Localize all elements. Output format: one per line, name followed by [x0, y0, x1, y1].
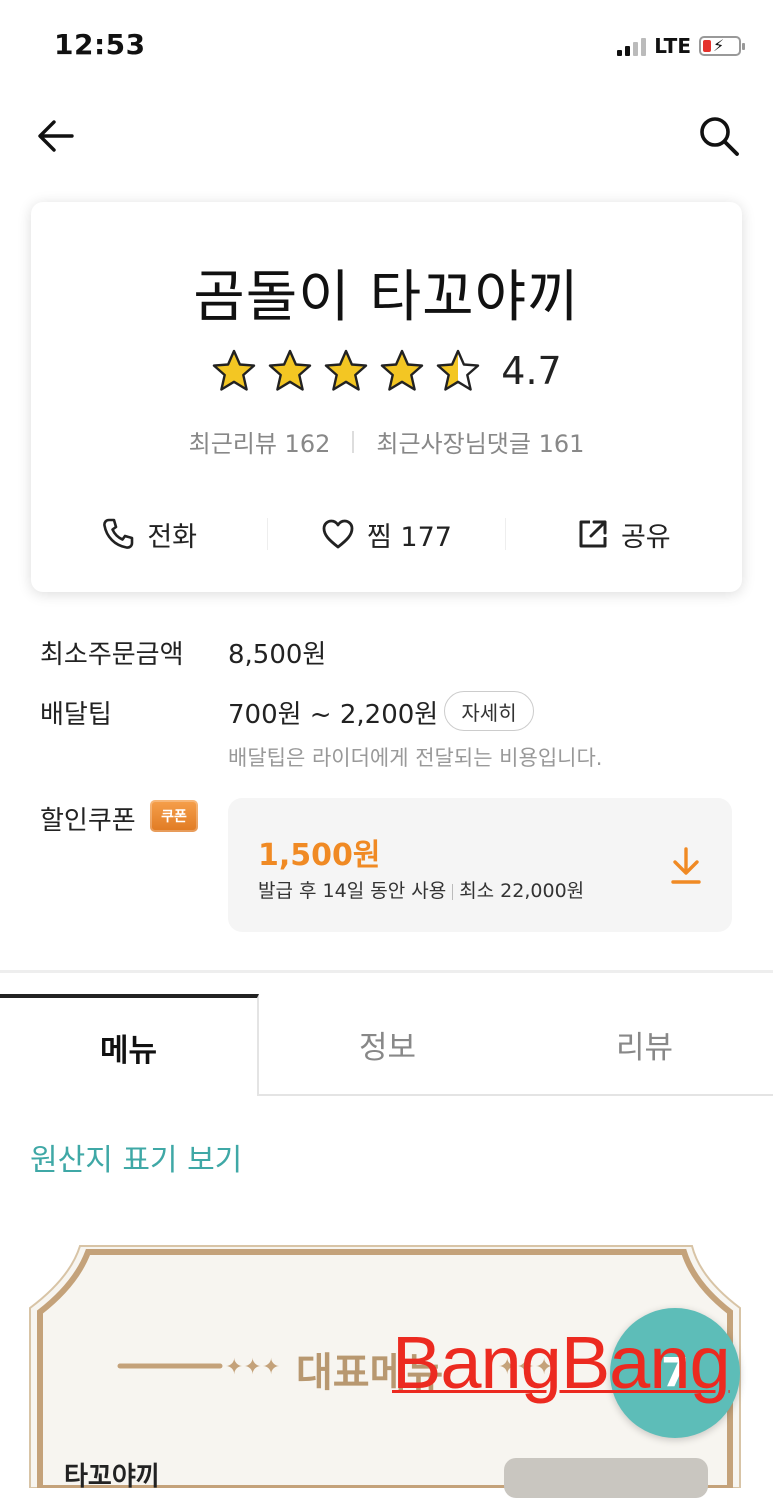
download-icon[interactable]	[668, 846, 704, 886]
menu-item-image[interactable]	[504, 1458, 708, 1498]
coupon-download-button[interactable]: 1,500원 발급 후 14일 동안 사용 최소 22,000원	[228, 798, 732, 932]
phone-icon	[103, 518, 134, 549]
network-label: LTE	[654, 34, 691, 58]
section-divider	[0, 970, 773, 973]
favorite-count: 찜 177	[367, 521, 452, 553]
share-icon	[579, 520, 607, 548]
signal-icon	[617, 36, 647, 56]
status-icons: LTE ⚡	[617, 34, 745, 58]
star-icon	[213, 349, 256, 391]
heart-icon	[322, 519, 354, 549]
half-star-icon	[437, 349, 480, 391]
rating-value: 4.7	[501, 349, 562, 393]
store-name: 곰돌이 타꼬야끼	[193, 265, 580, 330]
tab-bar: 메뉴 정보 리뷰	[0, 994, 773, 1096]
coupon-terms: 발급 후 14일 동안 사용 최소 22,000원	[258, 876, 584, 903]
svg-text:✦✦✦: ✦✦✦	[225, 1355, 280, 1380]
star-icon	[269, 349, 312, 391]
menu-item-name[interactable]: 타꼬야끼	[64, 1456, 160, 1493]
coupon-validity: 발급 후 14일 동안 사용	[258, 880, 447, 902]
delivery-tip-note: 배달팁은 라이더에게 전달되는 비용입니다.	[228, 746, 603, 770]
favorite-button[interactable]: 찜 177	[268, 515, 504, 554]
status-time: 12:53	[54, 28, 146, 61]
coupon-minimum: 최소 22,000원	[459, 880, 585, 902]
battery-icon: ⚡	[699, 36, 745, 56]
star-icon	[325, 349, 368, 391]
min-order-label: 최소주문금액	[40, 640, 184, 670]
share-label: 공유	[620, 521, 671, 553]
coupon-label: 할인쿠폰	[40, 806, 136, 836]
origin-label-link[interactable]: 원산지 표기 보기	[30, 1135, 242, 1179]
tab-info[interactable]: 정보	[259, 994, 516, 1094]
back-arrow-icon[interactable]	[36, 116, 76, 156]
star-icon	[381, 349, 424, 391]
delivery-tip-label: 배달팁	[40, 700, 112, 730]
call-button[interactable]: 전화	[31, 515, 267, 554]
delivery-tip-value: 700원 ~ 2,200원	[228, 700, 439, 730]
coupon-amount: 1,500원	[258, 838, 381, 873]
store-actions: 전화 찜 177 공유	[31, 506, 742, 562]
meta-divider	[352, 430, 355, 453]
share-button[interactable]: 공유	[506, 515, 742, 554]
watermark-text: BangBang	[392, 1321, 731, 1404]
tab-menu[interactable]: 메뉴	[0, 994, 259, 1096]
recent-review-count[interactable]: 최근리뷰 162	[189, 424, 331, 459]
review-meta: 최근리뷰 162 최근사장님댓글 161	[31, 424, 742, 459]
search-icon[interactable]	[697, 114, 741, 158]
call-label: 전화	[147, 521, 197, 553]
rating-row: 4.7	[31, 348, 742, 394]
tab-reviews[interactable]: 리뷰	[516, 994, 773, 1094]
owner-reply-count[interactable]: 최근사장님댓글 161	[376, 424, 584, 459]
min-order-value: 8,500원	[228, 640, 327, 670]
store-card: 곰돌이 타꼬야끼 4.7 최근리뷰 162 최근사장님댓글 161 전화 찜 1…	[31, 202, 742, 592]
delivery-tip-detail-button[interactable]: 자세히	[444, 691, 534, 731]
coupon-badge: 쿠폰	[150, 800, 198, 832]
